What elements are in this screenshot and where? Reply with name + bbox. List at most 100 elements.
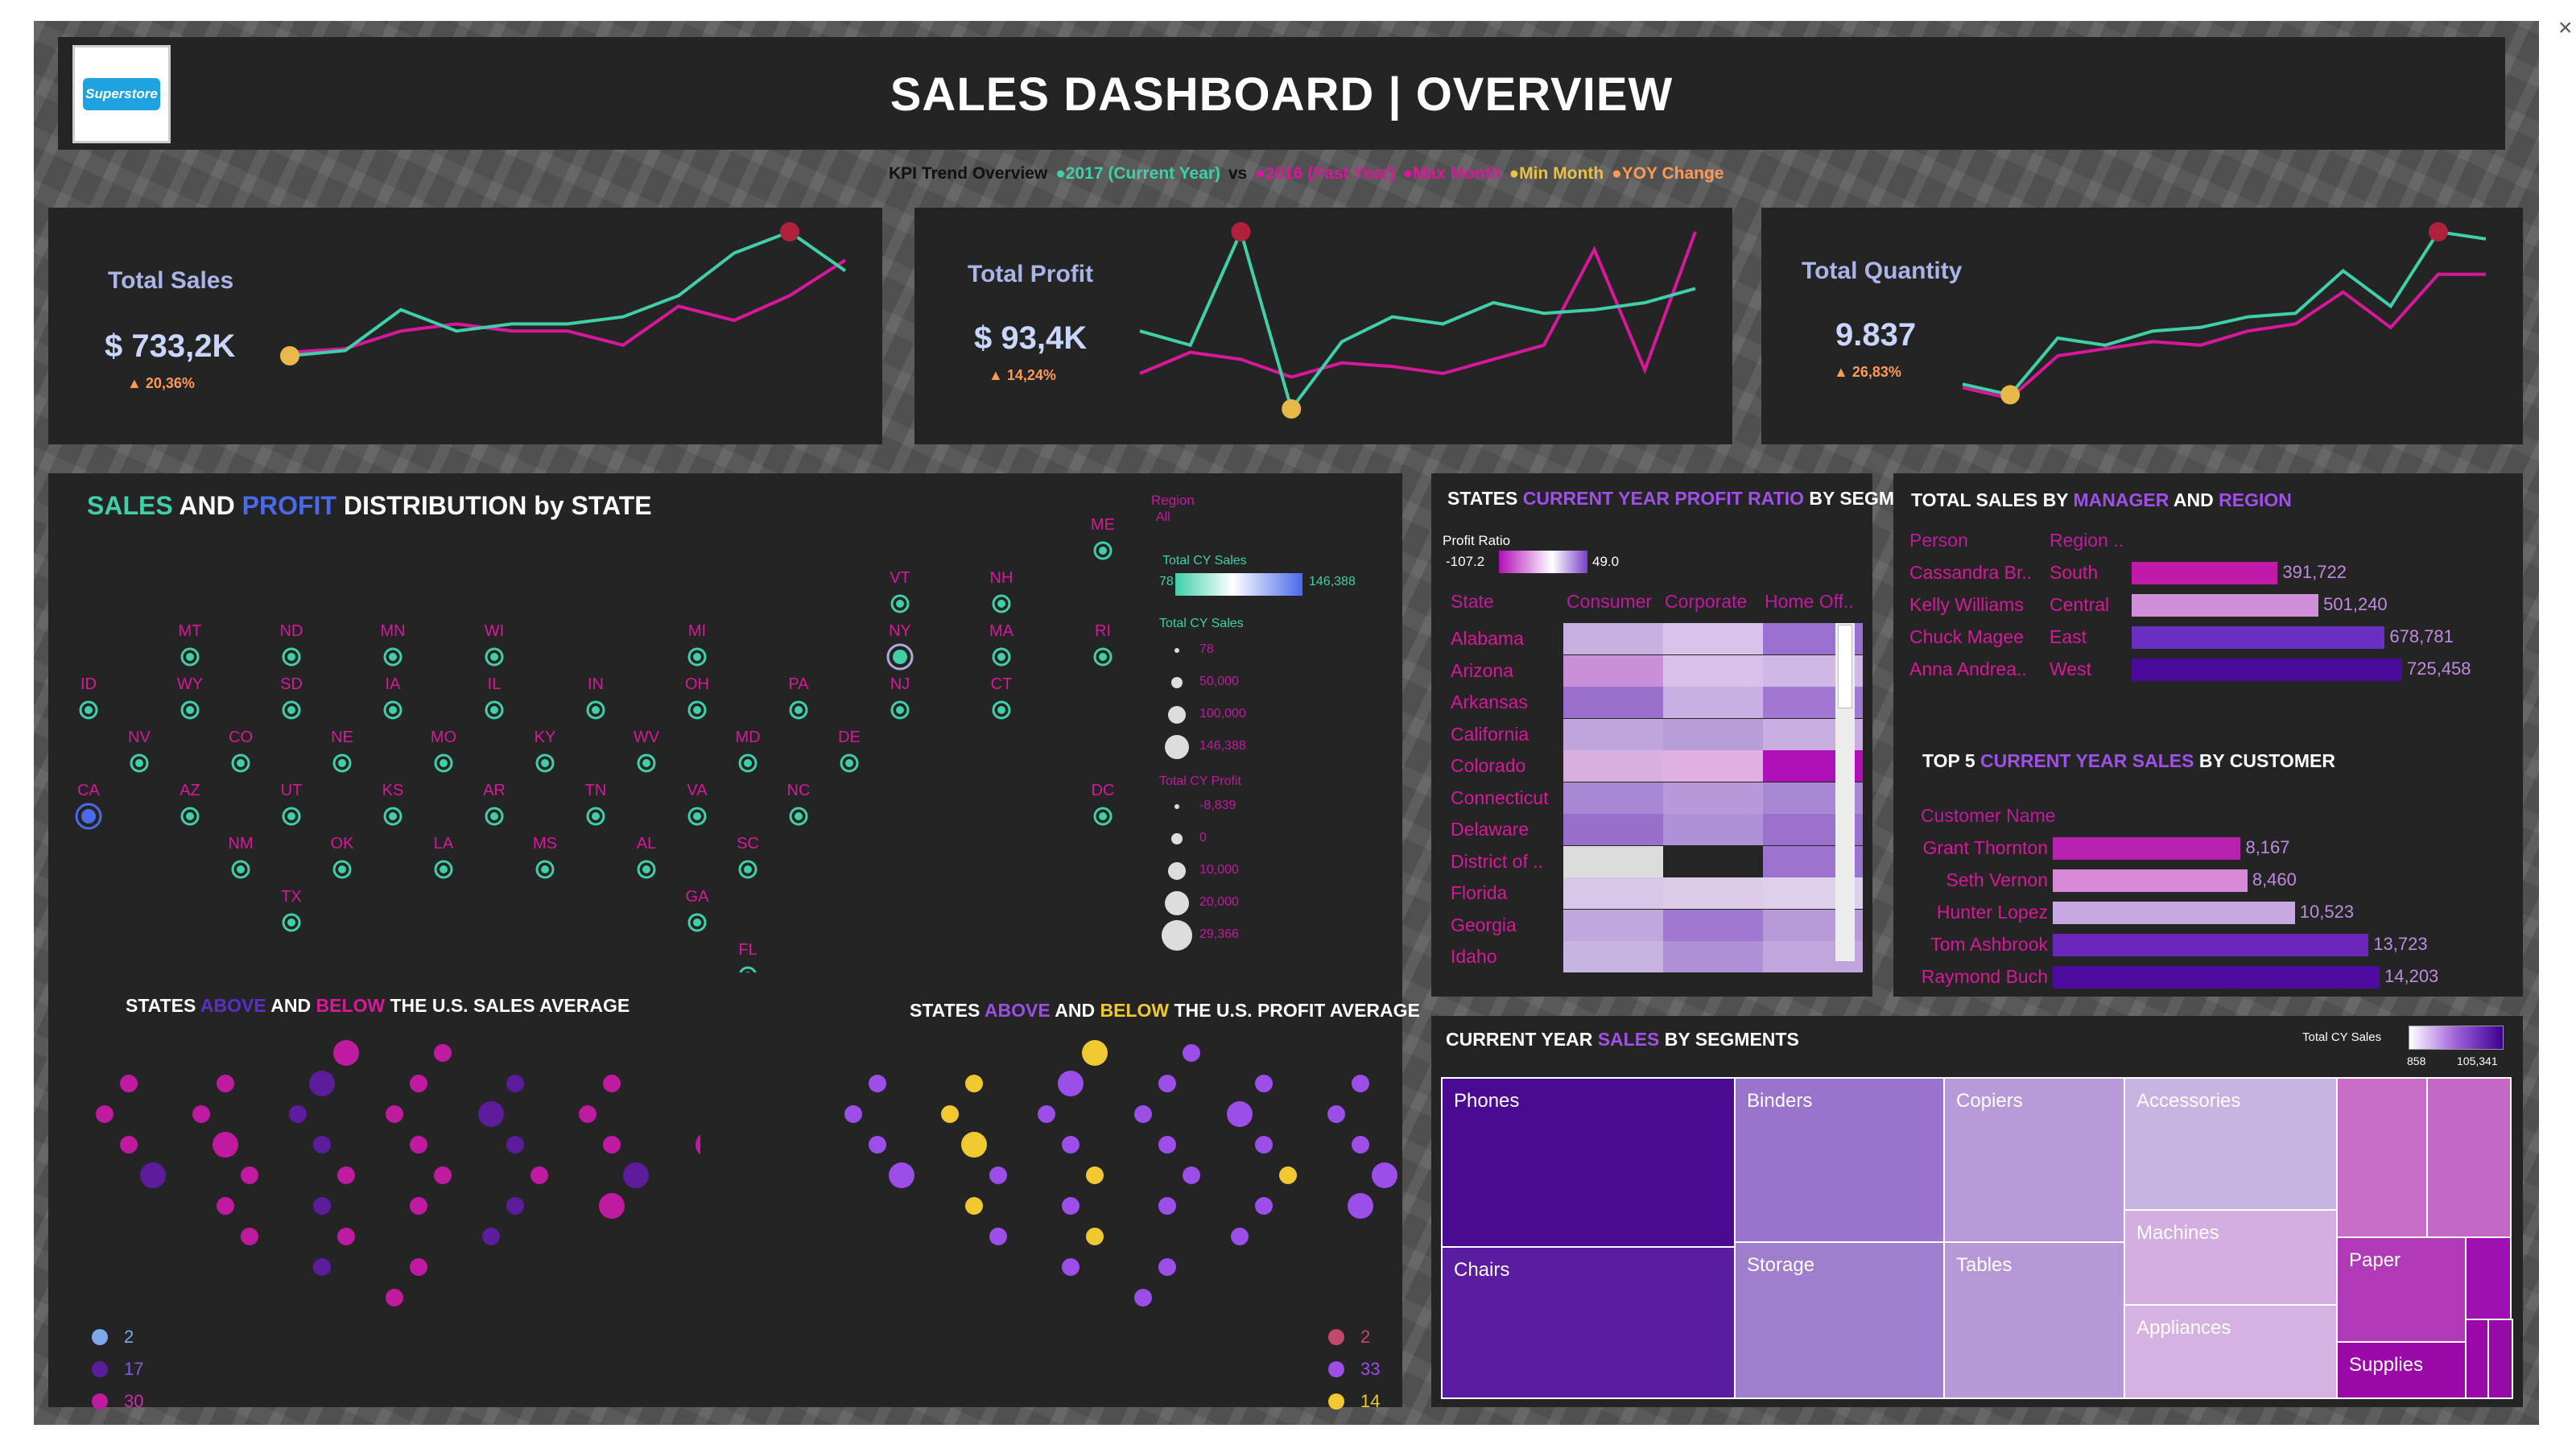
state-dot[interactable] xyxy=(506,1075,524,1092)
top-customers-bar-chart[interactable]: Grant Thornton 8,167 Seth Vernon 8,460 Hunte… xyxy=(1893,834,2523,995)
state-dot[interactable] xyxy=(120,1136,138,1154)
heatmap-cell[interactable] xyxy=(1663,687,1763,718)
state-dot[interactable] xyxy=(313,1136,331,1154)
state-tile-me[interactable]: ME xyxy=(1091,516,1115,560)
legend-max-month[interactable]: ●Max Month xyxy=(1402,164,1501,183)
state-dot[interactable] xyxy=(410,1197,427,1215)
state-tile-ri[interactable]: RI xyxy=(1093,622,1113,667)
heatmap-cell[interactable] xyxy=(1563,941,1663,972)
manager-bar-chart[interactable]: Cassandra Br.. South 391,722 Kelly Williams… xyxy=(1893,559,2523,696)
state-tile-la[interactable]: LA xyxy=(434,835,454,879)
manager-row[interactable]: Anna Andrea.. West 725,458 xyxy=(1893,655,2523,686)
customer-row[interactable]: Tom Ashbrook 13,723 xyxy=(1893,931,2523,961)
treemap-tile-phones[interactable]: Phones xyxy=(1441,1077,1736,1248)
heatmap-scrollbar[interactable] xyxy=(1835,623,1855,961)
state-dot[interactable] xyxy=(482,1228,500,1245)
min-month-marker[interactable] xyxy=(2000,385,2021,405)
customer-bar[interactable] xyxy=(2053,837,2241,860)
customer-bar[interactable] xyxy=(2053,869,2248,892)
state-dot[interactable] xyxy=(1134,1105,1152,1123)
heatmap-row[interactable]: District of .. xyxy=(1431,845,1872,877)
state-dot[interactable] xyxy=(1062,1258,1080,1276)
heatmap-row[interactable]: Connecticut xyxy=(1431,782,1872,814)
heatmap-row[interactable]: Arkansas xyxy=(1431,687,1872,718)
state-dot[interactable] xyxy=(337,1166,355,1184)
scrollbar-thumb[interactable] xyxy=(1838,625,1852,708)
min-month-marker[interactable] xyxy=(280,346,299,365)
state-tile-ma[interactable]: MA xyxy=(989,622,1014,667)
state-dot[interactable] xyxy=(1279,1166,1297,1184)
state-tile-nm[interactable]: NM xyxy=(228,835,254,879)
kpi-sparkline[interactable] xyxy=(1946,208,2510,441)
state-dot[interactable] xyxy=(1062,1197,1080,1215)
state-dot[interactable] xyxy=(844,1105,862,1123)
state-tile-in[interactable]: IN xyxy=(586,675,605,720)
state-tile-nd[interactable]: ND xyxy=(280,622,303,667)
state-tile-ga[interactable]: GA xyxy=(686,888,710,932)
state-dot[interactable] xyxy=(1183,1166,1200,1184)
state-tile-map[interactable]: ME VT NH MT ND MN WI MI NY MA RI ID WY SD IA IL IN OH PA NJ… xyxy=(72,514,1151,972)
state-dot[interactable] xyxy=(579,1105,597,1123)
state-tile-il[interactable]: IL xyxy=(485,675,504,720)
state-tile-de[interactable]: DE xyxy=(838,729,861,773)
heatmap-cell[interactable] xyxy=(1663,814,1763,845)
customer-bar[interactable] xyxy=(2053,966,2380,989)
state-dot[interactable] xyxy=(1255,1136,1273,1154)
heatmap-cell[interactable] xyxy=(1563,909,1663,941)
state-dot[interactable] xyxy=(1352,1136,1369,1154)
heatmap-cell[interactable] xyxy=(1663,718,1763,750)
heatmap-cell[interactable] xyxy=(1563,845,1663,877)
heatmap-cell[interactable] xyxy=(1663,623,1763,654)
heatmap-cell[interactable] xyxy=(1563,687,1663,718)
state-dot[interactable] xyxy=(889,1162,914,1188)
treemap-tile-accessories[interactable]: Accessories xyxy=(2124,1077,2338,1211)
state-dot[interactable] xyxy=(623,1162,649,1188)
state-dot[interactable] xyxy=(696,1132,700,1158)
state-dot[interactable] xyxy=(309,1071,335,1096)
state-tile-nc[interactable]: NC xyxy=(787,782,811,826)
customer-bar[interactable] xyxy=(2053,934,2369,956)
heatmap-cell[interactable] xyxy=(1663,877,1763,909)
state-tile-sd[interactable]: SD xyxy=(280,675,303,720)
manager-bar[interactable] xyxy=(2132,594,2319,617)
max-month-marker[interactable] xyxy=(2428,222,2448,242)
treemap-tile-small[interactable] xyxy=(2336,1077,2428,1238)
treemap-tile-small[interactable] xyxy=(2487,1319,2513,1399)
state-dot[interactable] xyxy=(961,1132,987,1158)
state-tile-wv[interactable]: WV xyxy=(634,729,660,773)
state-dot[interactable] xyxy=(120,1075,138,1092)
heatmap-row[interactable]: Arizona xyxy=(1431,654,1872,687)
profit-ratio-heatmap[interactable]: Alabama Arizona Arkansas California Colorado… xyxy=(1431,623,1872,985)
customer-row[interactable]: Hunter Lopez 10,523 xyxy=(1893,898,2523,929)
state-tile-nv[interactable]: NV xyxy=(128,729,151,773)
state-dot[interactable] xyxy=(410,1075,427,1092)
treemap-tile-chairs[interactable]: Chairs xyxy=(1441,1246,1736,1399)
heatmap-cell[interactable] xyxy=(1663,941,1763,972)
state-tile-fl[interactable]: FL xyxy=(738,941,758,972)
state-dot[interactable] xyxy=(289,1105,307,1123)
customer-row[interactable]: Grant Thornton 8,167 xyxy=(1893,834,2523,865)
treemap[interactable]: Phones Chairs Binders Storage Copiers Ta… xyxy=(1441,1077,2515,1399)
state-dot[interactable] xyxy=(478,1101,504,1127)
manager-row[interactable]: Chuck Magee East 678,781 xyxy=(1893,623,2523,654)
state-dot[interactable] xyxy=(1158,1197,1176,1215)
past-year-line[interactable] xyxy=(1962,272,2486,400)
state-tile-id[interactable]: ID xyxy=(79,675,98,720)
customer-bar[interactable] xyxy=(2053,902,2295,924)
heatmap-row[interactable]: Colorado xyxy=(1431,750,1872,782)
state-dot[interactable] xyxy=(313,1258,331,1276)
state-tile-ne[interactable]: NE xyxy=(331,729,353,773)
state-dot[interactable] xyxy=(1255,1075,1273,1092)
state-dot[interactable] xyxy=(96,1105,114,1123)
heatmap-cell[interactable] xyxy=(1663,909,1763,941)
state-tile-nj[interactable]: NJ xyxy=(890,675,910,720)
heatmap-cell[interactable] xyxy=(1563,750,1663,782)
customer-row[interactable]: Seth Vernon 8,460 xyxy=(1893,866,2523,897)
state-dot[interactable] xyxy=(1062,1136,1080,1154)
heatmap-row[interactable]: Georgia xyxy=(1431,909,1872,941)
past-year-line[interactable] xyxy=(289,258,847,354)
state-tile-ks[interactable]: KS xyxy=(382,782,404,826)
heatmap-cell[interactable] xyxy=(1563,782,1663,814)
state-tile-ok[interactable]: OK xyxy=(331,835,355,879)
state-dot[interactable] xyxy=(1158,1258,1176,1276)
